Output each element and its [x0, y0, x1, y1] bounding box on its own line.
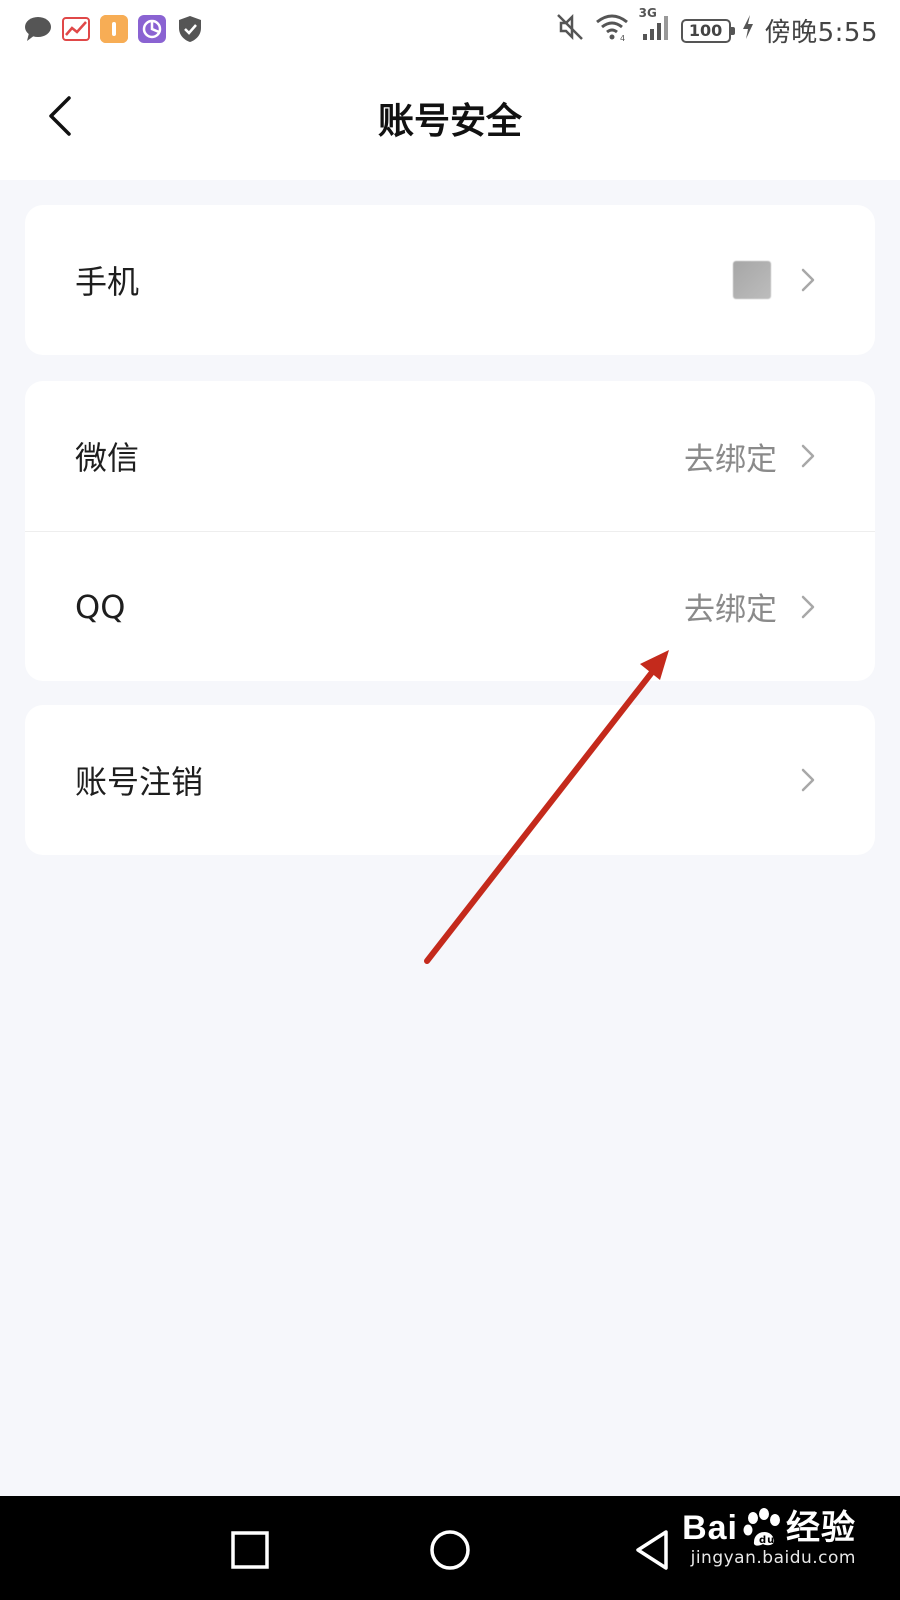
chevron-right-icon — [799, 766, 819, 794]
paw-icon: du — [743, 1508, 780, 1546]
qq-bind-status: 去绑定 — [684, 592, 777, 628]
orange-app-icon — [100, 15, 128, 43]
recent-apps-button[interactable] — [226, 1526, 274, 1574]
clock: 傍晚5:55 — [765, 12, 878, 49]
chevron-right-icon — [799, 442, 819, 470]
watermark-brand-prefix: Bai — [682, 1509, 738, 1547]
svg-text:4: 4 — [620, 34, 625, 42]
baidu-jingyan-watermark: Bai du 经验 jingyan.baidu.com — [682, 1508, 856, 1568]
battery-level: 100 — [688, 21, 723, 40]
chevron-right-icon — [799, 266, 819, 294]
phone-number-redacted — [733, 261, 771, 299]
wechat-bind-status: 去绑定 — [684, 441, 777, 478]
wechat-label: 微信 — [75, 439, 140, 477]
back-nav-button[interactable] — [628, 1526, 676, 1574]
watermark-url: jingyan.baidu.com — [690, 1548, 856, 1568]
square-icon — [231, 1531, 269, 1569]
svg-text:du: du — [759, 1535, 775, 1546]
network-type: 3G — [638, 6, 657, 20]
triangle-back-icon — [636, 1530, 668, 1570]
deactivate-account-row[interactable]: 账号注销 — [25, 705, 875, 855]
purple-app-icon — [138, 15, 166, 43]
mute-icon — [555, 12, 585, 49]
message-icon — [24, 15, 52, 43]
deactivate-account-label: 账号注销 — [75, 763, 204, 801]
binding-card: 微信 去绑定 QQ 去绑定 — [25, 381, 875, 681]
qq-row[interactable]: QQ 去绑定 — [25, 531, 875, 681]
wifi-icon: 4 — [595, 12, 629, 49]
battery-icon: 100 — [680, 18, 735, 43]
header: 账号安全 — [0, 64, 900, 180]
page-title: 账号安全 — [377, 101, 522, 142]
system-indicators: 4 3G 100 傍晚5:55 — [555, 6, 878, 49]
home-button[interactable] — [426, 1526, 474, 1574]
qq-label: QQ — [75, 587, 126, 626]
watermark-brand: Bai du 经验 — [682, 1508, 856, 1548]
status-bar: 4 3G 100 傍晚5:55 — [0, 0, 900, 64]
notification-icons — [24, 15, 204, 43]
clock-time: 傍晚5:55 — [764, 18, 878, 48]
stock-app-icon — [62, 15, 90, 43]
circle-icon — [430, 1530, 470, 1570]
watermark-brand-suffix: 经验 — [786, 1509, 856, 1547]
signal-icon: 3G — [639, 6, 671, 49]
shield-icon — [176, 15, 204, 43]
deactivate-card: 账号注销 — [25, 705, 875, 855]
navigation-bar: Bai du 经验 jingyan.baidu.com — [0, 1496, 900, 1600]
chevron-right-icon — [799, 593, 819, 621]
phone-card: 手机 — [25, 205, 875, 355]
phone-row[interactable]: 手机 — [25, 205, 875, 355]
wechat-row[interactable]: 微信 去绑定 — [25, 381, 875, 531]
charging-icon — [741, 14, 755, 47]
phone-label: 手机 — [75, 263, 140, 301]
